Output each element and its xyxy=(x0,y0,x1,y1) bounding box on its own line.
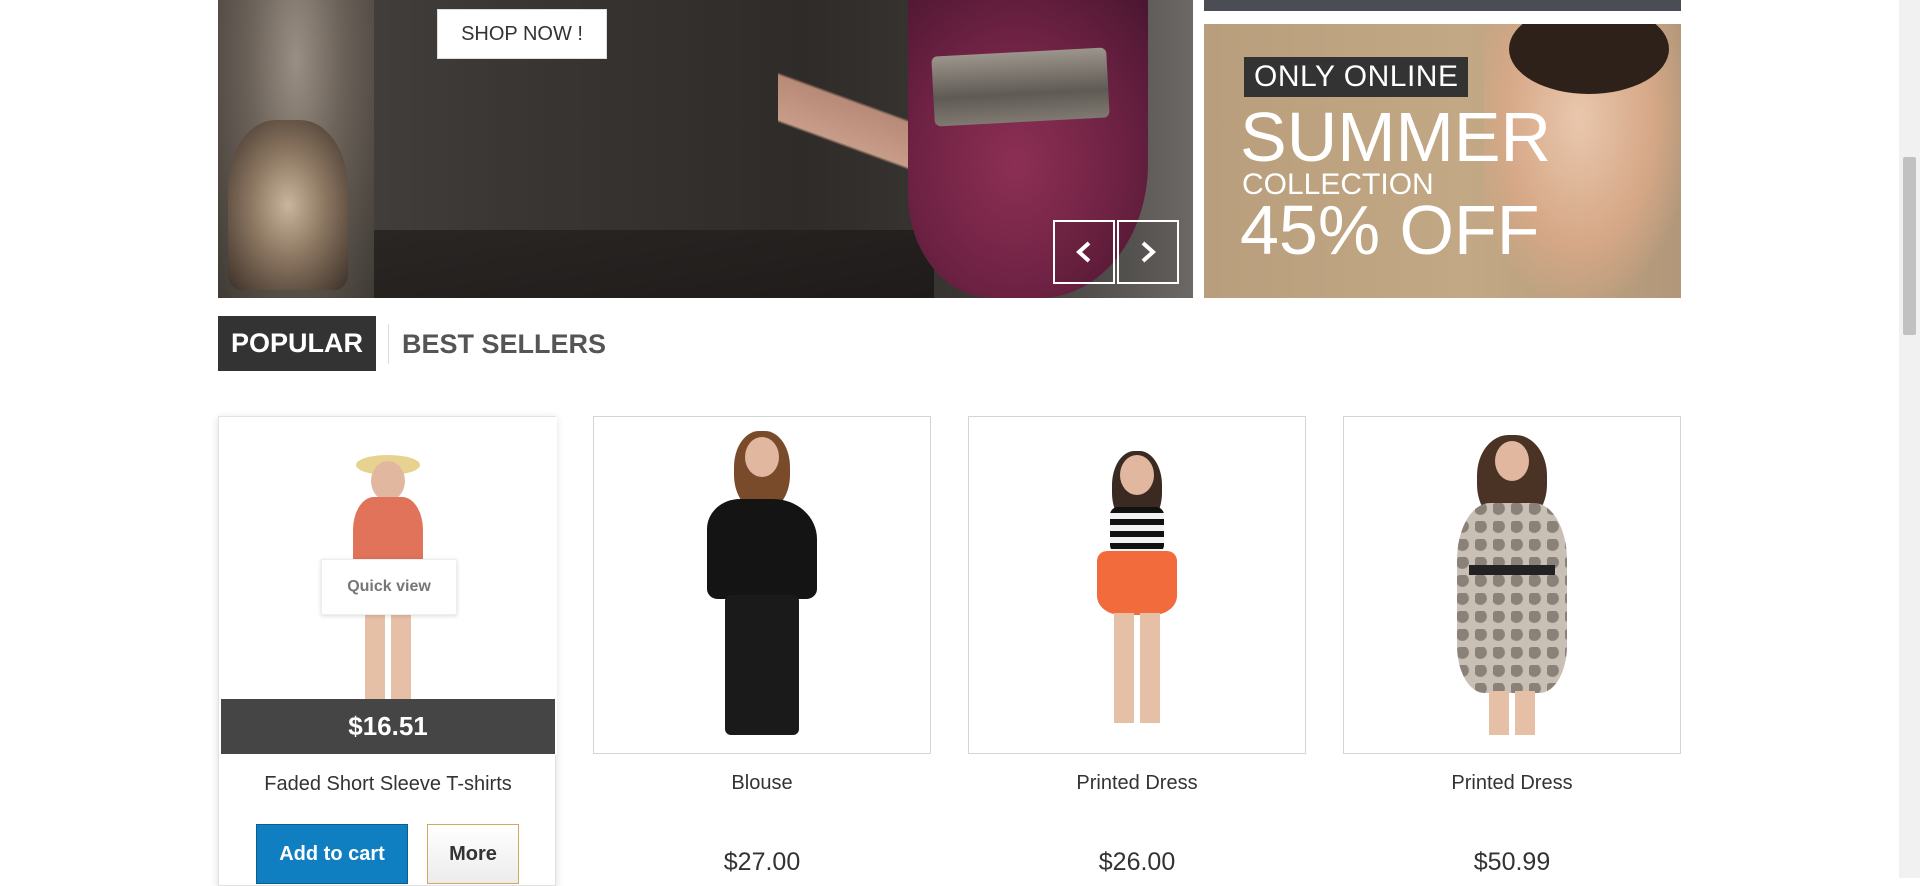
product-card[interactable]: Printed Dress $50.99 xyxy=(1343,416,1681,886)
model-belt xyxy=(1469,565,1555,575)
product-image[interactable] xyxy=(968,416,1306,754)
model-head xyxy=(371,461,405,501)
model-head xyxy=(745,437,779,477)
slide-photo-arm xyxy=(778,0,928,262)
more-button[interactable]: More xyxy=(427,824,519,884)
model-head xyxy=(1495,441,1529,481)
product-name[interactable]: Blouse xyxy=(593,772,931,795)
add-to-cart-button[interactable]: Add to cart xyxy=(256,824,408,884)
product-price: $50.99 xyxy=(1473,848,1551,876)
summer-collection-banner[interactable]: ONLY ONLINE SUMMER COLLECTION 45% OFF xyxy=(1204,24,1681,298)
product-price-bar: $16.51 xyxy=(221,699,555,754)
model-head xyxy=(1120,455,1154,495)
model-blouse xyxy=(707,499,817,599)
scrollbar-thumb[interactable] xyxy=(1903,157,1916,335)
tab-popular[interactable]: POPULAR xyxy=(218,316,377,371)
chevron-right-icon xyxy=(1141,241,1156,263)
banner-headline: SUMMER xyxy=(1240,98,1552,176)
product-card[interactable]: Blouse $27.00 xyxy=(593,416,931,886)
top-right-banner[interactable] xyxy=(1204,0,1681,11)
product-image[interactable] xyxy=(593,416,931,754)
model-dress xyxy=(1457,503,1567,693)
product-card[interactable]: Quick view $16.51 Faded Short Sleeve T-s… xyxy=(218,416,557,886)
product-price: $27.00 xyxy=(723,848,801,876)
model-legs xyxy=(1489,691,1535,735)
slide-photo-belt xyxy=(931,47,1110,127)
product-price: $26.00 xyxy=(1098,848,1176,876)
product-image[interactable] xyxy=(1343,416,1681,754)
page-scrollbar[interactable] xyxy=(1899,0,1920,878)
slider-next-button[interactable] xyxy=(1117,220,1179,284)
product-card[interactable]: Printed Dress $26.00 xyxy=(968,416,1306,886)
slider-prev-button[interactable] xyxy=(1053,220,1115,284)
hero-slider xyxy=(218,0,1193,298)
model-legs xyxy=(1114,613,1160,723)
product-name[interactable]: Printed Dress xyxy=(968,772,1306,795)
banner-tag: ONLY ONLINE xyxy=(1244,57,1469,97)
model-skirt xyxy=(1097,551,1177,615)
model-pants xyxy=(725,595,799,735)
quick-view-button[interactable]: Quick view xyxy=(321,559,457,615)
chevron-left-icon xyxy=(1076,241,1091,263)
model-top xyxy=(1110,507,1164,553)
shop-now-button[interactable]: SHOP NOW ! xyxy=(437,9,607,59)
tab-best-sellers[interactable]: BEST SELLERS xyxy=(388,324,619,364)
product-name[interactable]: Faded Short Sleeve T-shirts xyxy=(219,773,557,796)
banner-discount: 45% OFF xyxy=(1240,191,1540,269)
product-image[interactable]: Quick view $16.51 xyxy=(219,417,557,755)
slide-photo-left xyxy=(218,0,374,298)
product-name[interactable]: Printed Dress xyxy=(1343,772,1681,795)
